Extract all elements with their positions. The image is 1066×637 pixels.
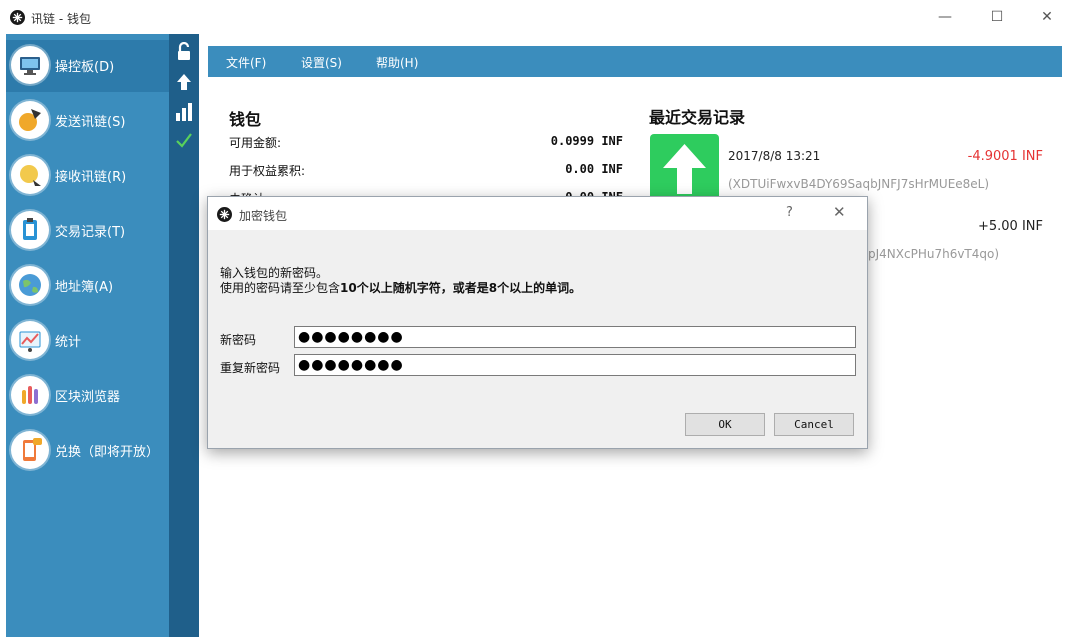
dialog-message-line2: 使用的密码请至少包含10个以上随机字符，或者是8个以上的单词。: [220, 279, 581, 296]
sidebar-item-label: 区块浏览器: [55, 390, 121, 405]
transaction-amount: -4.9001 INF: [967, 149, 1043, 164]
staking-label: 用于权益累积:: [229, 164, 306, 178]
cancel-button[interactable]: Cancel: [774, 413, 854, 436]
menu-bar: 文件(F) 设置(S) 帮助(H): [208, 46, 1062, 77]
encrypt-wallet-dialog: 加密钱包 ? ✕ 输入钱包的新密码。 使用的密码请至少包含10个以上随机字符，或…: [207, 196, 868, 449]
sidebar-item-label: 统计: [55, 335, 82, 350]
transaction-amount: +5.00 INF: [977, 219, 1043, 234]
signal-bars-icon: [176, 103, 192, 121]
available-label: 可用金额:: [229, 136, 282, 150]
dialog-title-bar: 加密钱包 ? ✕: [208, 197, 867, 230]
recent-transactions-title: 最近交易记录: [649, 108, 746, 127]
repeat-password-field[interactable]: ●●●●●●●●: [294, 354, 856, 376]
minimize-button[interactable]: —: [930, 6, 960, 28]
sidebar-item-label: 兑换（即将开放）: [55, 445, 160, 460]
sidebar-item-explorer[interactable]: 区块浏览器: [6, 370, 169, 422]
ok-button[interactable]: OK: [685, 413, 765, 436]
app-logo-icon: [217, 207, 232, 222]
transaction-date: 2017/8/8 13:21: [728, 149, 821, 163]
menu-settings[interactable]: 设置(S): [301, 54, 342, 71]
sidebar-item-stats[interactable]: 统计: [6, 315, 169, 367]
dialog-message-emphasis: 10个以上随机字符，或者是8个以上的单词。: [340, 281, 582, 295]
window-title: 讯链 - 钱包: [31, 12, 91, 26]
dialog-message-text: 使用的密码请至少包含: [220, 281, 341, 295]
new-password-field[interactable]: ●●●●●●●●: [294, 326, 856, 348]
phone-icon: [11, 431, 49, 469]
chart-icon: [11, 321, 49, 359]
menu-file[interactable]: 文件(F): [226, 54, 266, 71]
transaction-address: pJ4NXcPHu7h6vT4qo): [868, 247, 1000, 261]
upload-arrow-icon: [177, 74, 191, 90]
monitor-icon: [11, 46, 49, 84]
sidebar-item-label: 交易记录(T): [55, 225, 126, 240]
sidebar-item-label: 地址簿(A): [55, 280, 114, 295]
sidebar-item-label: 发送讯链(S): [55, 115, 126, 130]
new-password-label: 新密码: [220, 333, 257, 347]
sidebar-item-receive[interactable]: 接收讯链(R): [6, 150, 169, 202]
title-bar: 讯链 - 钱包 — ☐ ✕: [0, 0, 1066, 34]
status-strip: [169, 34, 199, 637]
sidebar-item-label: 操控板(D): [55, 60, 115, 75]
unlock-icon[interactable]: [175, 42, 193, 62]
send-icon: [11, 101, 49, 139]
sidebar: 操控板(D) 发送讯链(S) 接收讯链(R) 交易记录(T) 地址簿(A) 统计…: [6, 34, 169, 637]
receive-icon: [11, 156, 49, 194]
clipboard-icon: [11, 211, 49, 249]
up-arrow-icon: [650, 134, 719, 203]
maximize-button[interactable]: ☐: [982, 6, 1012, 28]
sidebar-item-exchange[interactable]: 兑换（即将开放）: [6, 425, 169, 477]
wallet-window: 讯链 - 钱包 — ☐ ✕ 操控板(D) 发送讯链(S) 接收讯链(R) 交易记…: [0, 0, 1066, 637]
repeat-password-label: 重复新密码: [220, 361, 281, 375]
staking-value: 0.00 INF: [565, 162, 623, 176]
menu-help[interactable]: 帮助(H): [376, 54, 418, 71]
dialog-close-button[interactable]: ✕: [833, 203, 846, 221]
sidebar-item-dashboard[interactable]: 操控板(D): [6, 40, 169, 92]
wallet-title: 钱包: [229, 110, 262, 129]
dialog-title: 加密钱包: [239, 209, 288, 223]
sidebar-item-transactions[interactable]: 交易记录(T): [6, 205, 169, 257]
checkmark-icon: [176, 133, 192, 148]
test-tubes-icon: [11, 376, 49, 414]
sidebar-item-label: 接收讯链(R): [55, 170, 127, 185]
sidebar-item-send[interactable]: 发送讯链(S): [6, 95, 169, 147]
help-button[interactable]: ?: [786, 205, 793, 220]
transaction-address: (XDTUiFwxvB4DY69SaqbJNFJ7sHrMUEe8eL): [728, 177, 990, 191]
globe-icon: [11, 266, 49, 304]
close-button[interactable]: ✕: [1032, 6, 1062, 28]
sidebar-item-addressbook[interactable]: 地址簿(A): [6, 260, 169, 312]
available-value: 0.0999 INF: [550, 134, 623, 148]
app-logo-icon: [10, 10, 25, 25]
